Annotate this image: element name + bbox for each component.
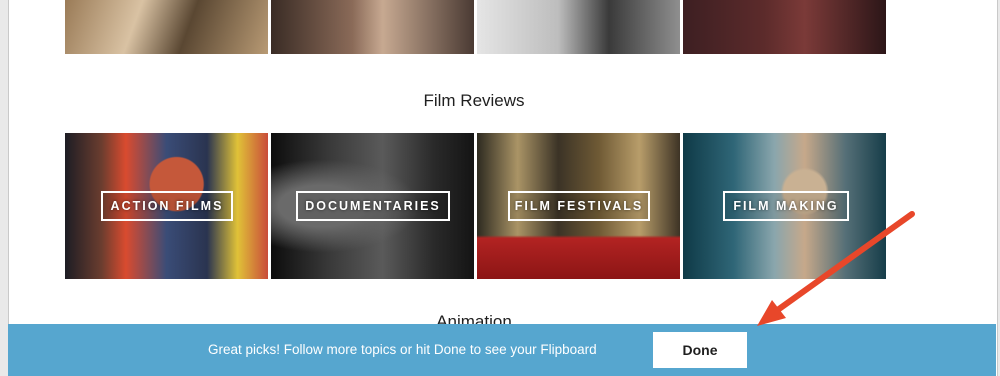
topic-tile-film-making[interactable]: FILM MAKING — [683, 133, 886, 279]
banner-message: Great picks! Follow more topics or hit D… — [208, 342, 597, 357]
topic-tile[interactable] — [477, 0, 680, 54]
topic-label-documentaries[interactable]: DOCUMENTARIES — [296, 191, 450, 221]
topic-tile[interactable] — [683, 0, 886, 54]
topic-tile[interactable] — [271, 0, 474, 54]
topic-tile-documentaries[interactable]: DOCUMENTARIES — [271, 133, 474, 279]
topic-tile-film-festivals[interactable]: FILM FESTIVALS — [477, 133, 680, 279]
follow-topics-banner: Great picks! Follow more topics or hit D… — [8, 324, 996, 376]
topic-label-action-films[interactable]: ACTION FILMS — [101, 191, 233, 221]
topic-label-film-making[interactable]: FILM MAKING — [723, 191, 849, 221]
topic-tile-action-films[interactable]: ACTION FILMS — [65, 133, 268, 279]
section-title-film-reviews: Film Reviews — [423, 91, 525, 110]
done-button[interactable]: Done — [653, 332, 747, 368]
topic-label-film-festivals[interactable]: FILM FESTIVALS — [508, 191, 650, 221]
content-frame: Film Reviews ACTION FILMS DOCUMENTARIES … — [8, 0, 998, 376]
topic-tile[interactable] — [65, 0, 268, 54]
